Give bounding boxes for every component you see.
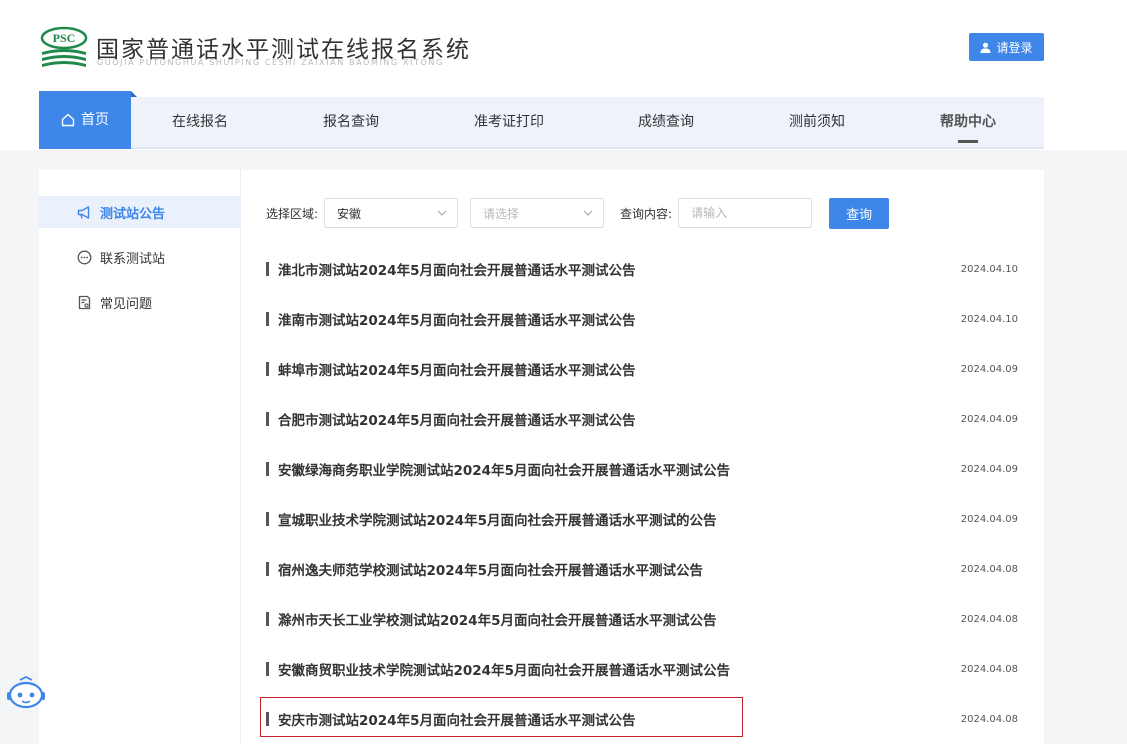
row-marker [266, 512, 269, 526]
sidebar-item-contact[interactable]: 联系测试站 [39, 241, 241, 273]
sidebar-item-label: 常见问题 [100, 296, 153, 312]
announcement-title[interactable]: 滁州市天长工业学校测试站2024年5月面向社会开展普通话水平测试公告 [278, 609, 716, 629]
list-item[interactable]: 淮北市测试站2024年5月面向社会开展普通话水平测试公告 2024.04.10 [260, 244, 1030, 294]
announcement-title[interactable]: 合肥市测试站2024年5月面向社会开展普通话水平测试公告 [278, 409, 635, 429]
site-subtitle: GUOJIA PUTONGHUA SHUIPING CESHI ZAIXIAN … [97, 58, 444, 67]
announcement-title[interactable]: 安徽商贸职业技术学院测试站2024年5月面向社会开展普通话水平测试公告 [278, 659, 730, 679]
row-marker [266, 612, 269, 626]
announcement-date: 2024.04.09 [960, 363, 1018, 375]
nav-admission-ticket[interactable]: 准考证打印 [459, 97, 559, 149]
nav-home[interactable]: 首页 [39, 91, 137, 149]
nav-help-center[interactable]: 帮助中心 [927, 97, 1009, 149]
list-item[interactable]: 滁州市天长工业学校测试站2024年5月面向社会开展普通话水平测试公告 2024.0… [260, 594, 1030, 644]
query-label: 查询内容: [620, 206, 673, 221]
list-item[interactable]: 宣城职业技术学院测试站2024年5月面向社会开展普通话水平测试的公告 2024.0… [260, 494, 1030, 544]
query-button[interactable]: 查询 [829, 197, 890, 229]
row-marker [266, 362, 269, 376]
query-input[interactable] [678, 198, 813, 228]
nav-home-label: 首页 [81, 112, 109, 128]
filter-bar: 选择区域: 安徽 请选择 查询内容: 查询 [266, 197, 890, 229]
row-marker [266, 462, 269, 476]
chevron-down-icon [583, 210, 593, 216]
list-item[interactable]: 安徽绿海商务职业学院测试站2024年5月面向社会开展普通话水平测试公告 2024.… [260, 444, 1030, 494]
announcement-title[interactable]: 蚌埠市测试站2024年5月面向社会开展普通话水平测试公告 [278, 359, 635, 379]
chat-assistant-icon[interactable] [4, 672, 48, 716]
announcement-date: 2024.04.09 [960, 413, 1018, 425]
content-panel: 测试站公告 联系测试站 常见问题 选择区域: 安徽 请选择 查询内容: 查询 淮… [39, 170, 1044, 744]
row-marker [266, 262, 269, 276]
province-value: 安徽 [337, 206, 362, 221]
announcement-date: 2024.04.08 [960, 563, 1018, 575]
row-marker [266, 562, 269, 576]
sidebar-item-faq[interactable]: 常见问题 [39, 286, 241, 318]
login-button[interactable]: 请登录 [969, 33, 1044, 61]
row-marker [266, 312, 269, 326]
sidebar: 测试站公告 联系测试站 常见问题 [39, 196, 241, 331]
svg-text:PSC: PSC [53, 31, 76, 45]
announcement-title[interactable]: 安庆市测试站2024年5月面向社会开展普通话水平测试公告 [278, 709, 635, 729]
chat-icon [77, 250, 92, 264]
psc-logo: PSC [40, 26, 88, 67]
nav-online-registration[interactable]: 在线报名 [159, 97, 241, 149]
announcement-date: 2024.04.08 [960, 713, 1018, 725]
province-select[interactable]: 安徽 [324, 198, 459, 228]
document-question-icon [78, 295, 91, 309]
nav-registration-query[interactable]: 报名查询 [310, 97, 392, 149]
announcement-date: 2024.04.09 [960, 463, 1018, 475]
announcement-title[interactable]: 宿州逸夫师范学校测试站2024年5月面向社会开展普通话水平测试公告 [278, 559, 703, 579]
home-icon [61, 113, 75, 127]
region-label: 选择区域: [266, 206, 319, 221]
list-item[interactable]: 宿州逸夫师范学校测试站2024年5月面向社会开展普通话水平测试公告 2024.04… [260, 544, 1030, 594]
list-item[interactable]: 合肥市测试站2024年5月面向社会开展普通话水平测试公告 2024.04.09 [260, 394, 1030, 444]
city-select[interactable]: 请选择 [470, 198, 605, 228]
row-marker [266, 412, 269, 426]
megaphone-icon [77, 205, 90, 219]
nav-pretest-notice[interactable]: 测前须知 [776, 97, 858, 149]
city-placeholder: 请选择 [483, 206, 520, 221]
announcement-date: 2024.04.10 [960, 313, 1018, 325]
main-nav: 首页 在线报名 报名查询 准考证打印 成绩查询 测前须知 帮助中心 [39, 91, 1044, 149]
announcement-date: 2024.04.10 [960, 263, 1018, 275]
sidebar-item-label: 测试站公告 [100, 206, 166, 222]
list-item[interactable]: 安徽商贸职业技术学院测试站2024年5月面向社会开展普通话水平测试公告 2024.… [260, 644, 1030, 694]
chevron-down-icon [437, 210, 447, 216]
announcement-title[interactable]: 淮南市测试站2024年5月面向社会开展普通话水平测试公告 [278, 309, 635, 329]
sidebar-item-announcements[interactable]: 测试站公告 [39, 196, 241, 228]
nav-score-query[interactable]: 成绩查询 [625, 97, 707, 149]
announcement-title[interactable]: 淮北市测试站2024年5月面向社会开展普通话水平测试公告 [278, 259, 635, 279]
announcement-date: 2024.04.08 [960, 613, 1018, 625]
user-icon [980, 42, 992, 53]
login-label: 请登录 [996, 40, 1033, 55]
announcement-date: 2024.04.08 [960, 663, 1018, 675]
announcement-date: 2024.04.09 [960, 513, 1018, 525]
announcement-title[interactable]: 安徽绿海商务职业学院测试站2024年5月面向社会开展普通话水平测试公告 [278, 459, 730, 479]
list-item[interactable]: 淮南市测试站2024年5月面向社会开展普通话水平测试公告 2024.04.10 [260, 294, 1030, 344]
list-item[interactable]: 蚌埠市测试站2024年5月面向社会开展普通话水平测试公告 2024.04.09 [260, 344, 1030, 394]
list-item-highlighted[interactable]: 安庆市测试站2024年5月面向社会开展普通话水平测试公告 2024.04.08 [260, 694, 1030, 744]
announcement-title[interactable]: 宣城职业技术学院测试站2024年5月面向社会开展普通话水平测试的公告 [278, 509, 716, 529]
row-marker [266, 662, 269, 676]
announcement-list: 淮北市测试站2024年5月面向社会开展普通话水平测试公告 2024.04.10 淮… [260, 244, 1030, 744]
row-marker [266, 712, 269, 726]
sidebar-item-label: 联系测试站 [100, 251, 166, 267]
